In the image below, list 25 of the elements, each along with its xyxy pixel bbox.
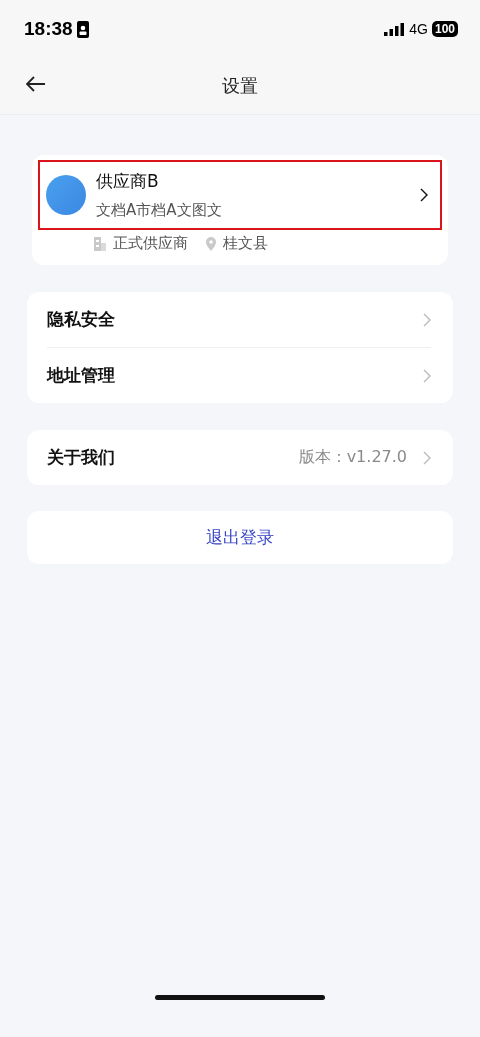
building-icon xyxy=(94,236,106,251)
status-time: 18:38 xyxy=(24,18,73,40)
menu-item-label: 隐私安全 xyxy=(47,308,116,331)
location-pin-icon xyxy=(206,236,216,251)
menu-item-label: 关于我们 xyxy=(47,446,116,469)
chevron-right-icon xyxy=(423,312,431,327)
version-label: 版本：v1.27.0 xyxy=(298,447,407,468)
signal-icon xyxy=(384,22,405,36)
tag-label: 正式供应商 xyxy=(113,234,188,253)
page-title: 设置 xyxy=(222,74,258,98)
menu-item[interactable]: 地址管理 xyxy=(47,348,431,403)
avatar xyxy=(46,175,86,215)
battery-icon: 100 xyxy=(431,21,458,37)
logout-button[interactable]: 退出登录 xyxy=(27,511,453,564)
chevron-right-icon xyxy=(423,450,431,465)
menu-item[interactable]: 隐私安全 xyxy=(47,292,431,348)
supplier-name: 供应商B xyxy=(96,170,160,193)
chevron-right-icon xyxy=(423,368,431,383)
contact-card-icon xyxy=(76,20,89,38)
profile-row[interactable]: 供应商B 文档A市档A文图文 xyxy=(38,160,442,230)
menu-item-label: 地址管理 xyxy=(47,364,116,387)
supplier-address: 文档A市档A文图文 xyxy=(96,201,223,220)
chevron-right-icon xyxy=(420,188,428,202)
network-label: 4G xyxy=(409,21,428,37)
tag-label: 桂文县 xyxy=(223,234,268,253)
